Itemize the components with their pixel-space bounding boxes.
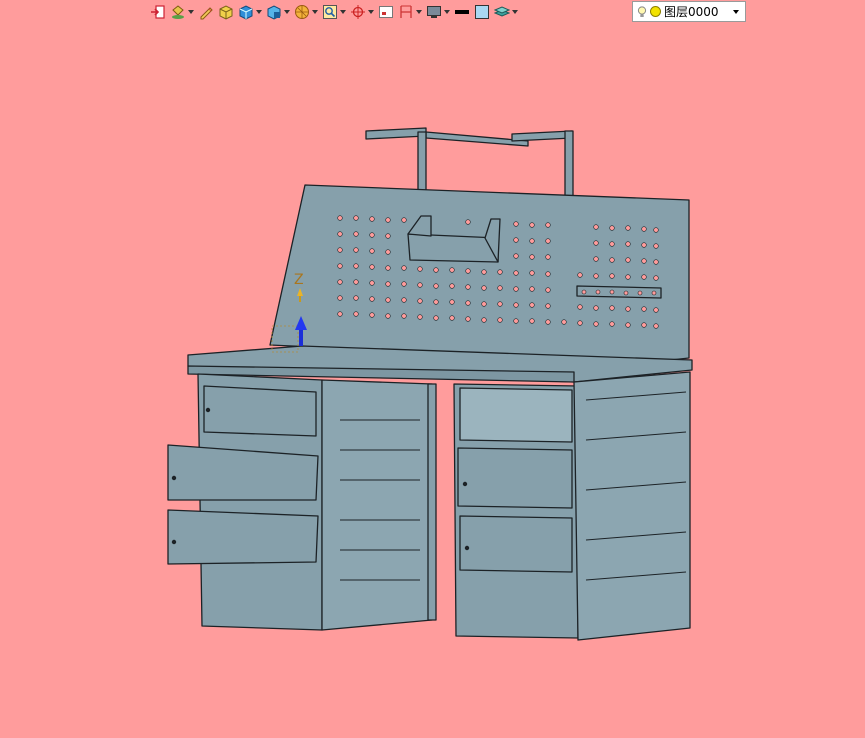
paint-button[interactable] xyxy=(170,1,194,23)
main-toolbar xyxy=(150,0,522,24)
window-button[interactable] xyxy=(378,1,394,23)
chevron-down-icon xyxy=(416,10,422,14)
crosshair-icon xyxy=(351,5,365,19)
line-weight-icon xyxy=(455,10,469,14)
exit-button[interactable] xyxy=(150,1,166,23)
paint-bucket-icon xyxy=(172,5,184,19)
3d-viewport[interactable]: Z xyxy=(0,24,865,738)
chevron-down-icon xyxy=(256,10,262,14)
chevron-down-icon xyxy=(733,9,739,14)
line-weight-button[interactable] xyxy=(454,1,470,23)
layer-name: 图层0000 xyxy=(664,5,719,19)
snap-button[interactable] xyxy=(350,1,374,23)
render-sphere-icon xyxy=(295,5,309,19)
chevron-down-icon xyxy=(340,10,346,14)
chevron-down-icon xyxy=(512,10,518,14)
chevron-down-icon xyxy=(312,10,318,14)
chevron-down-icon xyxy=(284,10,290,14)
fill-color-button[interactable] xyxy=(474,1,490,23)
fill-color-icon xyxy=(475,5,489,19)
lightbulb-icon xyxy=(637,5,647,17)
solid-view-button[interactable] xyxy=(238,1,262,23)
z-axis-label: Z xyxy=(294,272,304,288)
workbench-model: Z xyxy=(167,127,693,641)
layers-button[interactable] xyxy=(494,1,518,23)
chevron-down-icon xyxy=(368,10,374,14)
pencil-icon xyxy=(200,7,213,20)
shaded-cube-icon xyxy=(219,5,233,20)
pegboard xyxy=(269,184,690,363)
blue-cube-icon xyxy=(239,5,253,20)
center-panel xyxy=(321,379,433,631)
layer-color-icon xyxy=(650,6,661,17)
dimension-button[interactable] xyxy=(398,1,422,23)
zoom-button[interactable] xyxy=(322,1,346,23)
window-icon xyxy=(379,6,393,18)
section-view-button[interactable] xyxy=(266,1,290,23)
zoom-frame-icon xyxy=(323,5,337,19)
chevron-down-icon xyxy=(444,10,450,14)
monitor-icon xyxy=(427,6,441,18)
shaded-view-button[interactable] xyxy=(218,1,234,23)
dimension-icon xyxy=(400,5,412,18)
display-button[interactable] xyxy=(426,1,450,23)
section-cube-icon xyxy=(267,5,281,20)
layers-icon xyxy=(494,6,510,17)
pencil-button[interactable] xyxy=(198,1,214,23)
exit-door-icon xyxy=(151,5,165,19)
chevron-down-icon xyxy=(188,10,194,14)
layer-select[interactable]: 图层0000 xyxy=(632,1,746,22)
render-button[interactable] xyxy=(294,1,318,23)
